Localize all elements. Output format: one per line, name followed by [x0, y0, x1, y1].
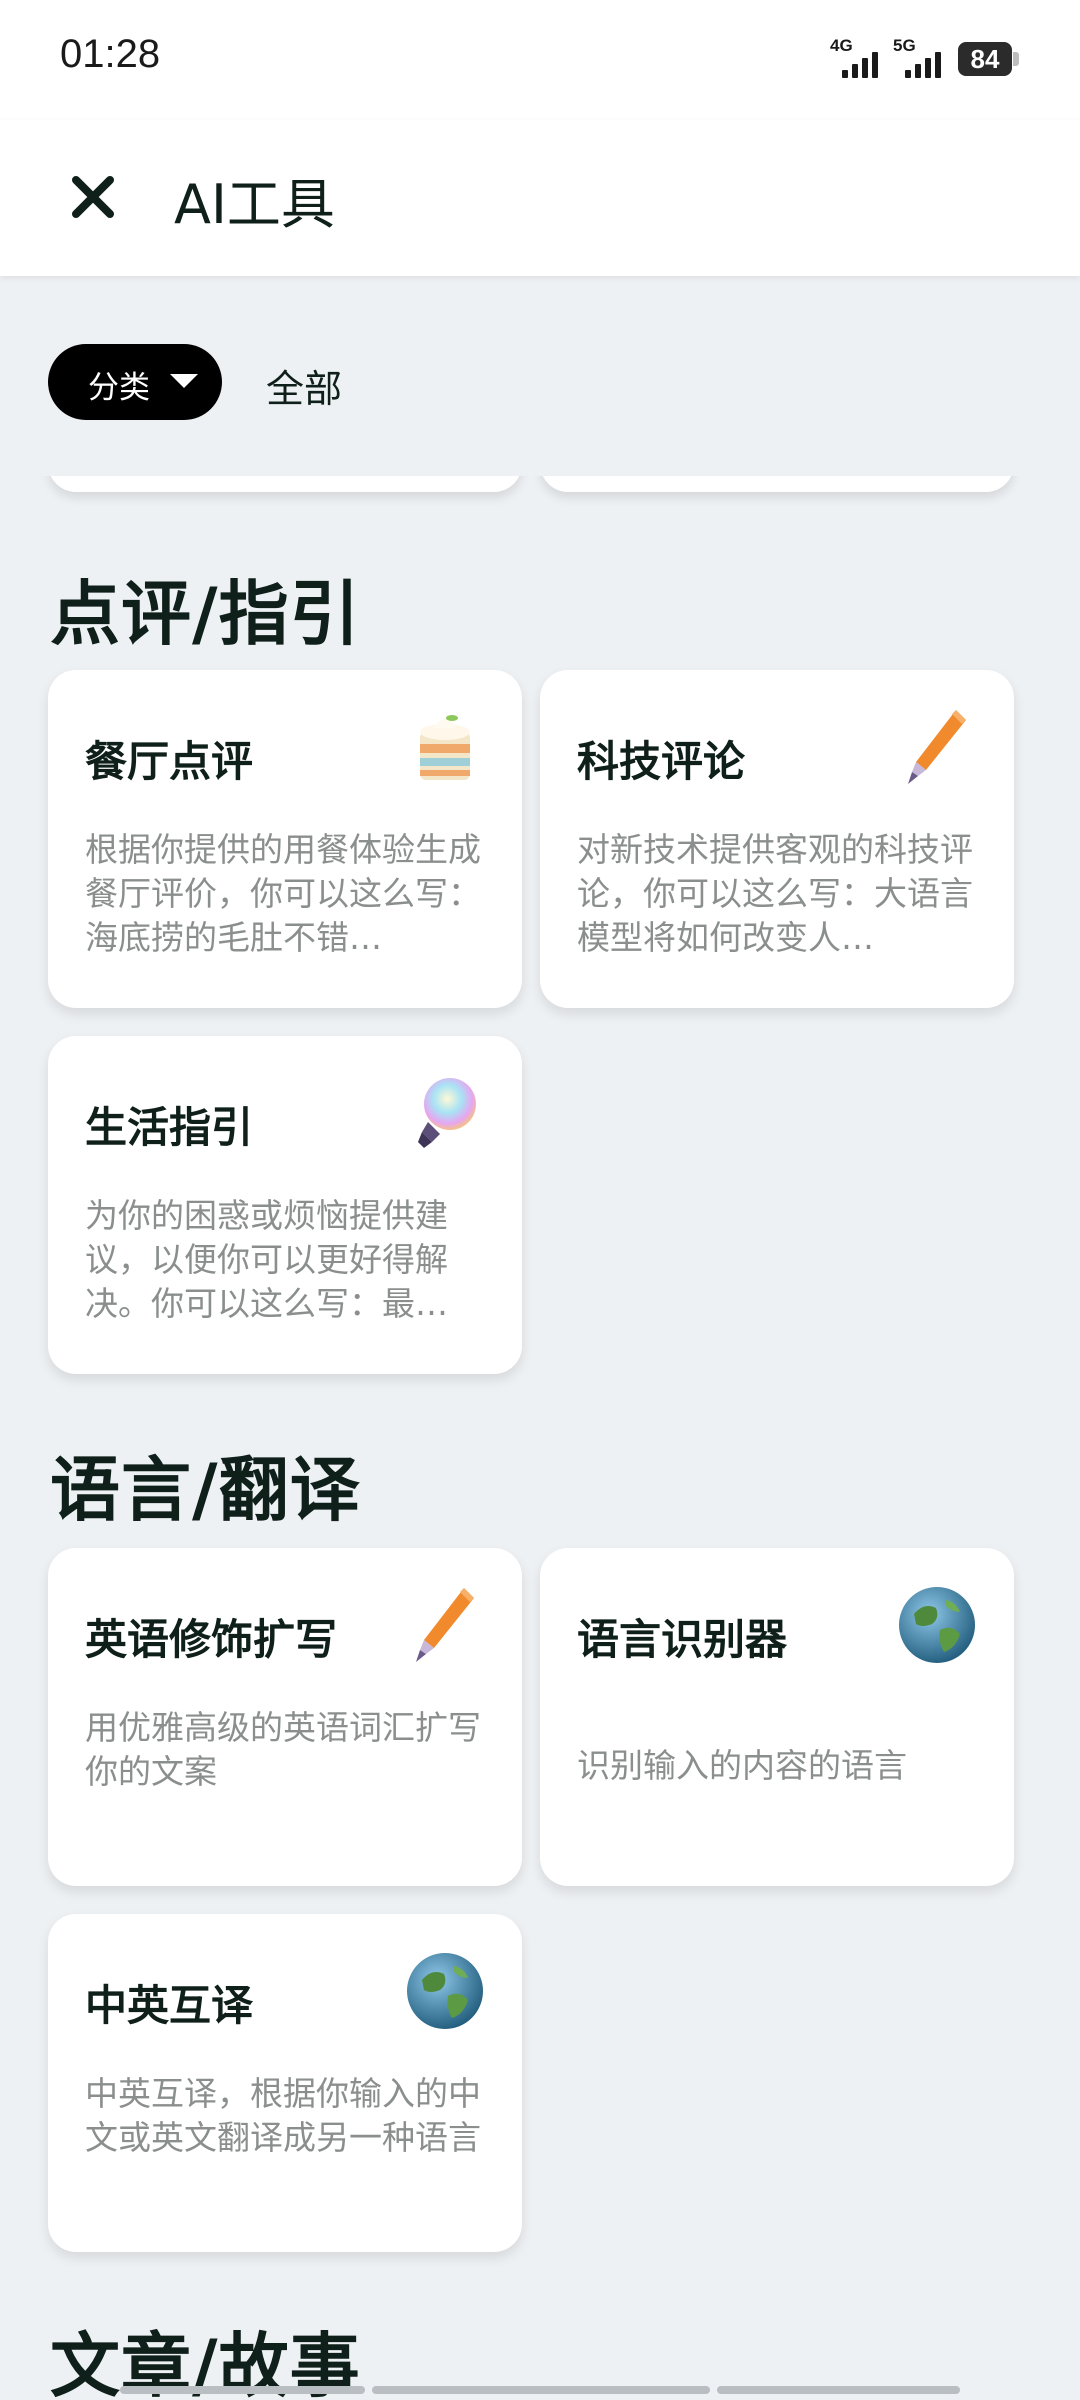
cake-icon — [420, 715, 470, 780]
card-title: 科技评论 — [577, 737, 746, 786]
lightbulb-icon — [418, 1078, 476, 1148]
tool-card-partial[interactable] — [48, 476, 522, 492]
section-title: 点评/指引 — [50, 573, 361, 655]
scroll-indicator-segment — [717, 2386, 960, 2394]
tool-card-cn-en-translate[interactable]: 中英互译 中英互译，根据你输入的中文或英文翻译成另一种语言 — [48, 1914, 522, 2252]
card-description: 为你的困惑或烦恼提供建议，以便你可以更好得解决。你可以这么写：最… — [85, 1196, 448, 1323]
category-filter-label: 分类 — [88, 370, 150, 406]
card-title: 英语修饰扩写 — [85, 1615, 338, 1664]
page-title: AI工具 — [174, 173, 335, 236]
globe-icon — [899, 1587, 975, 1663]
tools-list[interactable]: 点评/指引 餐厅点评 根据你提供的用餐体验生成餐厅评价，你可以这么写：海底捞的毛… — [0, 476, 1080, 2400]
tool-card-english-polish[interactable]: 英语修饰扩写 用优雅高级的英语词汇扩写你的文案 — [48, 1548, 522, 1886]
caret-down-icon — [170, 374, 198, 388]
filter-bar: 分类 全部 — [0, 276, 1080, 476]
category-filter-button[interactable]: 分类 — [48, 344, 222, 420]
card-title: 语言识别器 — [577, 1615, 788, 1664]
signal-4g-icon: 4G — [830, 36, 892, 80]
scroll-indicator-segment — [372, 2386, 710, 2394]
tool-card-life-guide[interactable]: 生活指引 为你的困惑或烦恼提供建议，以便你可以更好得解决。你可以这么写：最… — [48, 1036, 522, 1374]
card-description: 中英互译，根据你输入的中文或英文翻译成另一种语言 — [85, 2074, 481, 2157]
app-header: AI工具 — [0, 120, 1080, 276]
tool-card-partial[interactable] — [540, 476, 1014, 492]
card-description: 对新技术提供客观的科技评论，你可以这么写：大语言模型将如何改变人… — [577, 830, 973, 957]
card-title: 中英互译 — [85, 1981, 254, 2030]
close-icon — [72, 176, 114, 218]
card-title: 生活指引 — [85, 1103, 254, 1152]
signal-5g-icon: 5G — [893, 36, 955, 80]
card-description: 根据你提供的用餐体验生成餐厅评价，你可以这么写：海底捞的毛肚不错… — [85, 830, 481, 957]
tool-card-language-detector[interactable]: 语言识别器 识别输入的内容的语言 — [540, 1548, 1014, 1886]
scroll-indicator-segment — [120, 2386, 365, 2394]
battery-cap — [1013, 52, 1019, 66]
status-time: 01:28 — [60, 32, 161, 76]
globe-icon — [407, 1953, 483, 2029]
card-description: 用优雅高级的英语词汇扩写你的文案 — [85, 1708, 481, 1791]
tool-card-restaurant-review[interactable]: 餐厅点评 根据你提供的用餐体验生成餐厅评价，你可以这么写：海底捞的毛肚不错… — [48, 670, 522, 1008]
card-title: 餐厅点评 — [85, 737, 254, 786]
pen-icon — [908, 710, 966, 784]
card-description: 识别输入的内容的语言 — [577, 1746, 907, 1785]
tool-card-tech-review[interactable]: 科技评论 对新技术提供客观的科技评论，你可以这么写：大语言模型将如何改变人… — [540, 670, 1014, 1008]
horizontal-scrollbar[interactable] — [120, 2386, 960, 2394]
status-bar: 01:28 4G 5G 84 — [0, 0, 1080, 120]
pen-icon — [416, 1588, 474, 1662]
battery-icon: 84 — [958, 42, 1012, 76]
close-button[interactable] — [60, 164, 126, 230]
section-title: 语言/翻译 — [50, 1449, 361, 1531]
selected-category-label[interactable]: 全部 — [266, 358, 342, 413]
